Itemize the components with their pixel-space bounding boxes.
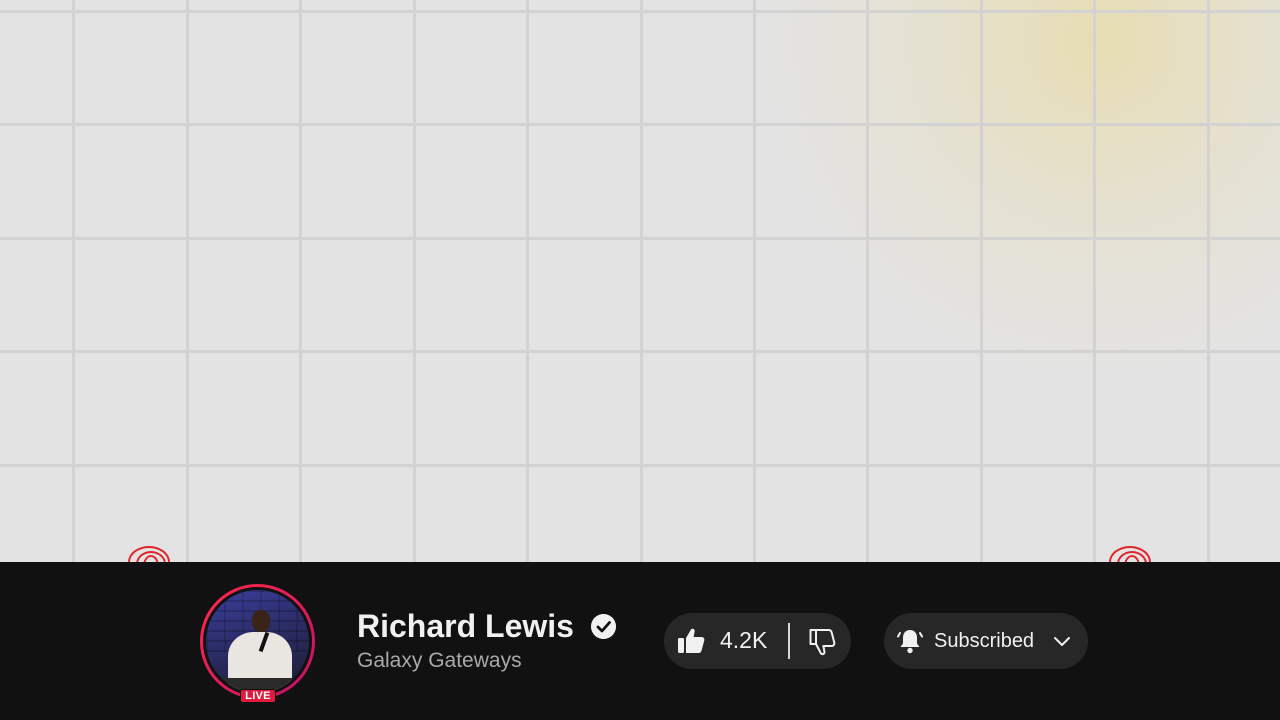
grid-line	[526, 0, 529, 562]
subscribed-label: Subscribed	[934, 630, 1035, 652]
grid-line	[980, 0, 983, 562]
grid-line	[866, 0, 869, 562]
dislike-button[interactable]	[790, 613, 851, 669]
grid-line	[0, 123, 1280, 126]
grid-line	[186, 0, 189, 562]
like-count: 4.2K	[720, 627, 768, 653]
grid-line	[640, 0, 643, 562]
like-dislike-group: 4.2K	[664, 613, 851, 669]
grid-line	[0, 10, 1280, 13]
grid-line	[0, 237, 1280, 240]
grid-line	[72, 0, 75, 562]
thumb-down-icon	[809, 629, 836, 656]
chevron-down-icon	[1054, 637, 1070, 646]
live-badge: LIVE	[240, 689, 276, 703]
grid-line	[0, 464, 1280, 467]
grid-line	[1093, 0, 1096, 562]
channel-subtitle: Galaxy Gateways	[357, 649, 522, 672]
like-button[interactable]: 4.2K	[664, 613, 788, 669]
checkmark-badge-icon	[591, 614, 616, 639]
channel-info-bar	[0, 562, 1280, 720]
thumb-up-icon	[678, 628, 705, 653]
grid-line	[299, 0, 302, 562]
grid-line	[0, 350, 1280, 353]
grid-line	[753, 0, 756, 562]
grid-line	[413, 0, 416, 562]
channel-avatar[interactable]: LIVE	[200, 584, 315, 703]
avatar-photo	[203, 587, 312, 696]
subscribed-button[interactable]: Subscribed	[884, 613, 1088, 669]
live-ring	[200, 584, 315, 699]
grid-line	[1207, 0, 1210, 562]
background-glow	[760, 0, 1280, 380]
video-frame-background	[0, 0, 1280, 562]
bell-icon	[897, 630, 923, 654]
channel-name[interactable]: Richard Lewis	[357, 608, 574, 645]
